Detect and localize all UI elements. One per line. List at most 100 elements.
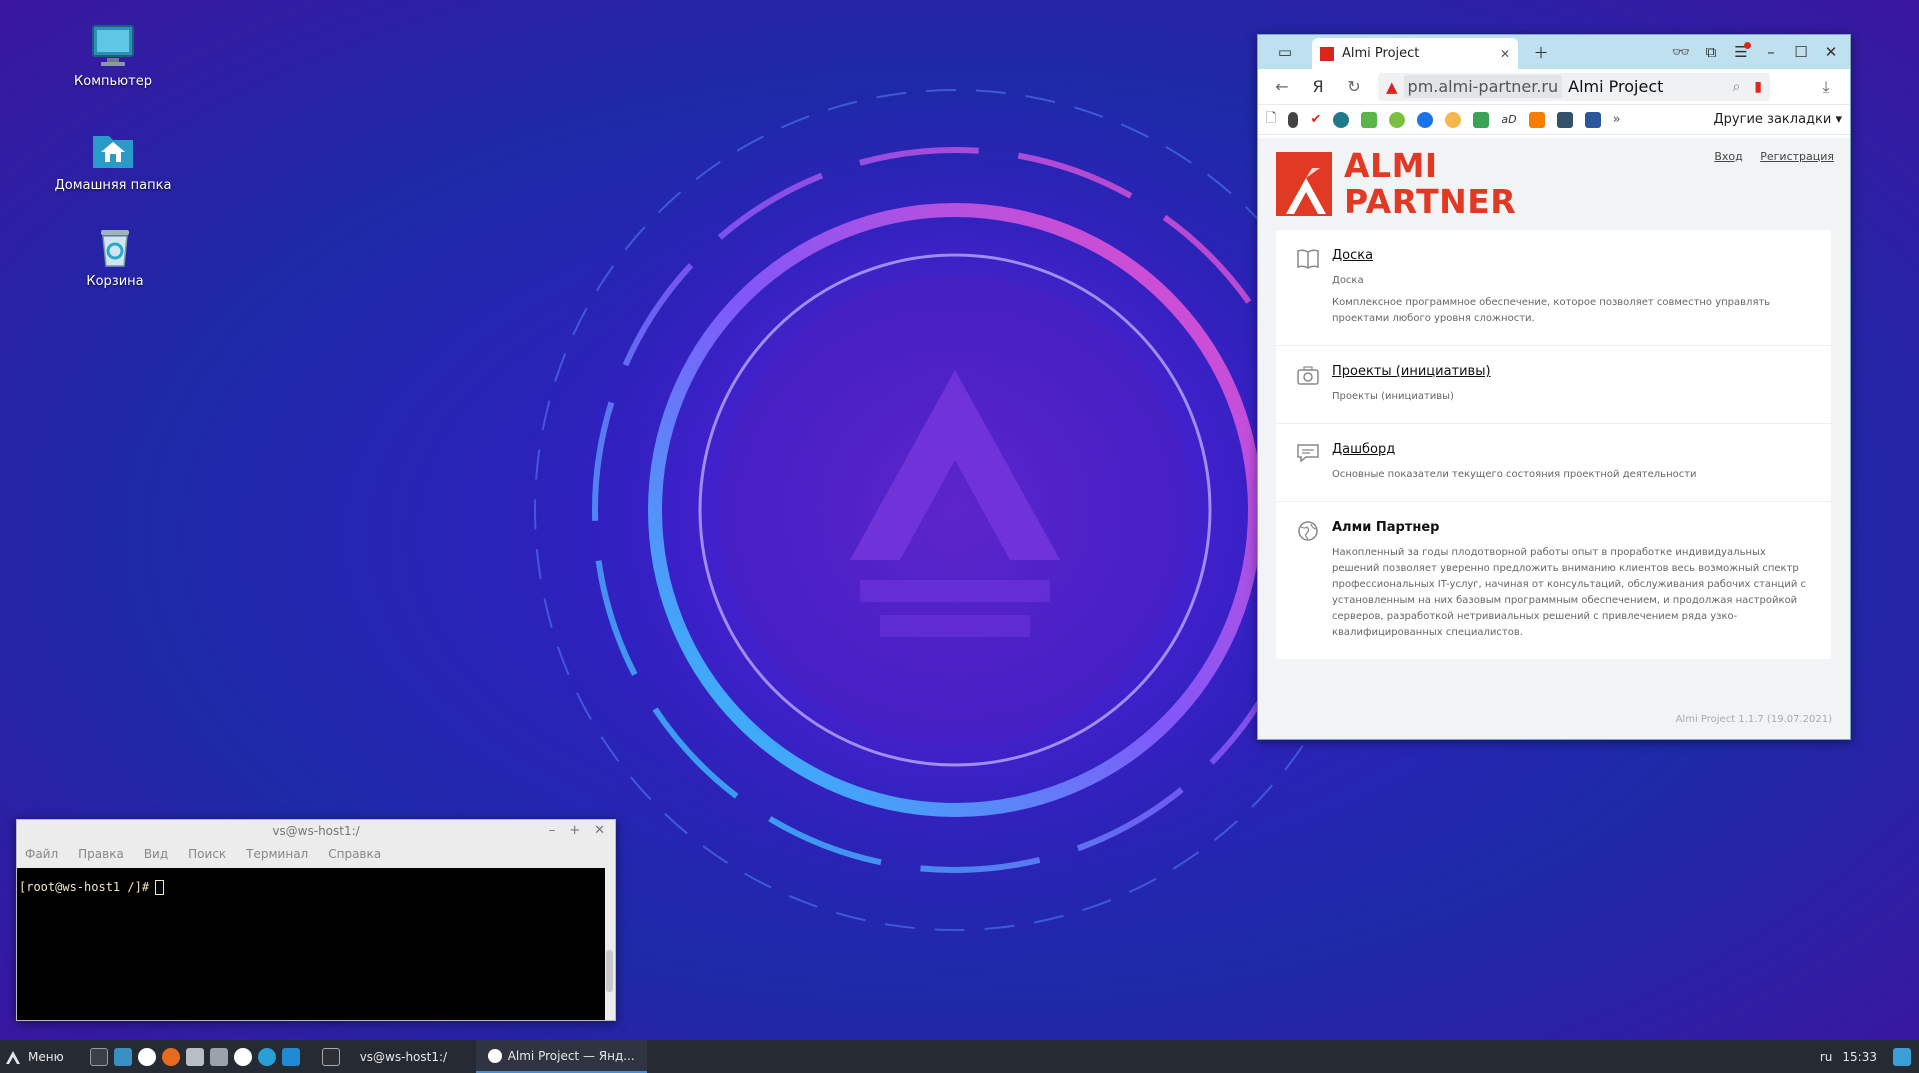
other-bookmarks[interactable]: Другие закладки ▾ [1714,112,1842,127]
module-card-projects[interactable]: Проекты (инициативы) Проекты (инициативы… [1276,346,1831,424]
computer-icon [92,25,134,66]
module-title[interactable]: Проекты (инициативы) [1332,364,1491,379]
terminal-title: vs@ws-host1:/ [272,824,360,838]
maximize-icon[interactable]: ☐ [1786,37,1816,67]
alt-linux-logo-icon [6,1050,20,1064]
almi-partner-logo[interactable]: ALMI PARTNER [1276,148,1516,220]
menu-help[interactable]: Справка [328,847,381,861]
start-menu-button[interactable]: Меню [0,1048,72,1066]
task-browser[interactable]: Almi Project — Янд... [475,1040,647,1073]
bookmark-penguin-icon[interactable] [1288,111,1299,128]
system-tray: ru 15:33 [1820,1047,1919,1066]
start-menu-label: Меню [28,1049,64,1064]
bookmark-ad-icon[interactable]: aD [1501,113,1516,126]
yandex-browser-launcher-icon[interactable] [137,1047,156,1066]
menu-terminal[interactable]: Терминал [246,847,308,861]
browser-window[interactable]: ▭ Almi Project ✕ ＋ 👓 ⧉ ☰ – ☐ ✕ ← Я ↻ ▲ p… [1257,34,1851,740]
bookmark-monitor-icon[interactable] [1556,111,1573,128]
printer-launcher-icon[interactable] [209,1047,228,1066]
module-subtitle: Проекты (инициативы) [1332,391,1454,402]
bookmark-check-icon[interactable]: ✔ [1310,112,1321,127]
terminal-prompt: [root@ws-host1 /]# [19,880,150,894]
close-icon[interactable]: ✕ [594,823,605,838]
collections-icon[interactable]: ⧉ [1696,37,1726,67]
calculator-launcher-icon[interactable] [185,1047,204,1066]
back-arrow-icon[interactable]: ← [1264,77,1300,96]
terminal-small-icon [321,1047,340,1066]
bookmark-wave-icon[interactable] [1417,111,1434,128]
bookmark-icon[interactable]: ▮ [1754,79,1762,95]
book-icon [1297,249,1319,269]
incognito-glasses-icon[interactable]: 👓 [1666,37,1696,67]
task-label: vs@ws-host1:/ [359,1049,448,1064]
new-tab-icon[interactable]: ＋ [1526,37,1556,67]
download-icon[interactable]: ⤓ [1808,77,1844,97]
bookmark-swirl-icon[interactable] [1389,111,1406,128]
logo-line1: ALMI [1344,146,1438,185]
other-bookmarks-label: Другие закладки [1713,112,1832,127]
address-bar: ← Я ↻ ▲ pm.almi-partner.ru Almi Project … [1258,69,1850,105]
keyboard-layout[interactable]: ru [1820,1050,1833,1064]
show-desktop-icon[interactable] [1893,1047,1911,1066]
reload-icon[interactable]: ↻ [1336,77,1372,96]
task-label: Almi Project — Янд... [507,1048,635,1063]
yandex-logo-icon[interactable]: Я [1300,77,1336,96]
task-terminal[interactable]: vs@ws-host1:/ [348,1040,468,1073]
terminal-output[interactable]: [root@ws-host1 /]# [17,868,605,1020]
menu-edit[interactable]: Правка [78,847,124,861]
terminal-titlebar[interactable]: vs@ws-host1:/ – + ✕ [17,820,615,842]
firefox-launcher-icon[interactable] [161,1047,180,1066]
bookmark-word-icon[interactable] [1584,111,1601,128]
menu-view[interactable]: Вид [144,847,168,861]
security-warning-icon[interactable]: ▲ [1386,78,1398,96]
desktop-icon-computer[interactable]: Компьютер [38,22,188,89]
desktop-icon-home[interactable]: Домашняя папка [38,126,188,193]
tab-close-icon[interactable]: ✕ [1500,47,1510,61]
desktop-icon-trash[interactable]: Корзина [40,222,190,289]
module-subtitle: Доска [1332,275,1364,286]
module-card-board[interactable]: Доска Доска Комплексное программное обес… [1276,230,1831,346]
desktop-icon-label: Домашняя папка [54,178,172,193]
yandex-task-icon [487,1048,502,1063]
minimize-icon[interactable]: – [1756,37,1786,67]
maximize-icon[interactable]: + [569,823,580,838]
home-folder-icon [93,136,133,168]
clock[interactable]: 15:33 [1842,1050,1877,1064]
taskbar: Меню vs@ws-host1:/ Almi Project — Янд...… [0,1040,1919,1073]
logo-triangle-icon [1286,168,1326,214]
bookmark-page-icon[interactable]: 🗋 [1266,109,1276,131]
module-card-almi-partner[interactable]: Алми Партнер Накопленный за годы плодотв… [1276,502,1831,659]
browser-tab-active[interactable]: Almi Project ✕ [1312,38,1518,69]
module-card-dashboard[interactable]: Дашборд Основные показатели текущего сос… [1276,424,1831,502]
module-title[interactable]: Доска [1332,248,1811,263]
terminal-scrollbar[interactable] [606,950,613,992]
bookmark-blogger-icon[interactable] [1528,111,1545,128]
terminal-launcher-icon[interactable] [89,1047,108,1066]
bookmark-green-icon[interactable] [1361,111,1378,128]
module-title[interactable]: Дашборд [1332,442,1697,457]
bookmark-gear-icon[interactable] [1445,111,1462,128]
bookmark-globe-icon[interactable] [1333,111,1350,128]
vscode-launcher-icon[interactable] [281,1047,300,1066]
terminal-window[interactable]: vs@ws-host1:/ – + ✕ Файл Правка Вид Поис… [16,819,616,1021]
bookmarks-more-icon[interactable]: » [1613,112,1621,127]
register-link[interactable]: Регистрация [1760,150,1834,163]
login-link[interactable]: Вход [1714,150,1742,163]
bookmark-brush-icon[interactable] [1473,111,1490,128]
browser-tabbar: ▭ Almi Project ✕ ＋ 👓 ⧉ ☰ – ☐ ✕ [1258,35,1850,69]
search-icon[interactable]: ⌕ [1732,79,1740,95]
yandex-launcher-icon[interactable] [233,1047,252,1066]
minimize-icon[interactable]: – [549,823,556,838]
menu-icon[interactable]: ☰ [1726,37,1756,67]
url-input[interactable]: ▲ pm.almi-partner.ru Almi Project ⌕ ▮ [1378,72,1770,101]
desktop-icon-label: Корзина [86,274,144,289]
file-manager-launcher-icon[interactable] [113,1047,132,1066]
messenger-launcher-icon[interactable] [257,1047,276,1066]
version-label: Almi Project 1.1.7 (19.07.2021) [1675,714,1832,725]
menu-file[interactable]: Файл [25,847,58,861]
sidebar-toggle-icon[interactable]: ▭ [1270,37,1300,67]
close-window-icon[interactable]: ✕ [1816,37,1846,67]
menu-search[interactable]: Поиск [188,847,226,861]
module-title: Алми Партнер [1332,520,1440,535]
auth-links: Вход Регистрация [1700,150,1834,163]
